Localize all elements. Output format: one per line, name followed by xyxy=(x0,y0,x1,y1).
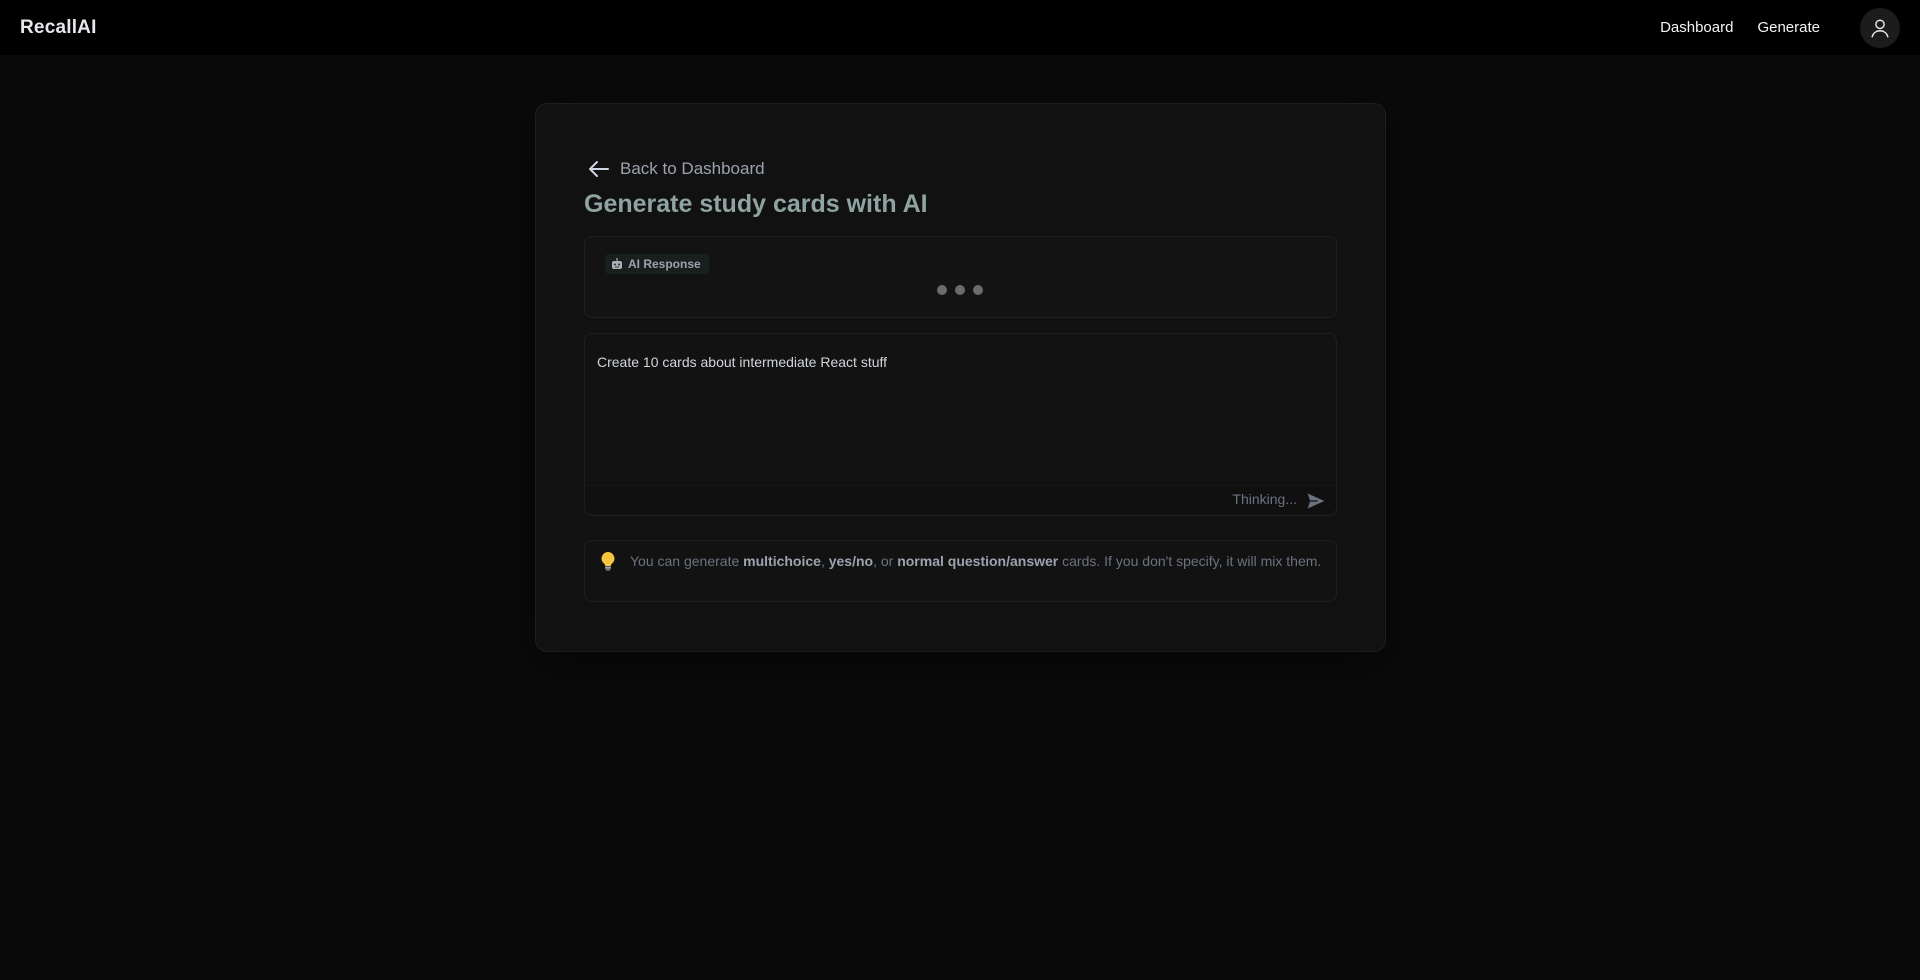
ai-response-panel: AI Response xyxy=(584,236,1337,318)
tip-suffix: cards. If you don't specify, it will mix… xyxy=(1058,553,1322,569)
top-navbar: RecallAI Dashboard Generate xyxy=(0,0,1920,55)
nav-links: Dashboard Generate xyxy=(1636,7,1900,48)
loading-dot xyxy=(955,285,965,295)
page-title: Generate study cards with AI xyxy=(584,190,928,218)
arrow-left-icon xyxy=(589,161,609,177)
tip-type-multichoice: multichoice xyxy=(743,553,821,569)
tip-type-yes-no: yes/no xyxy=(828,553,874,569)
brand-logo[interactable]: RecallAI xyxy=(20,17,97,39)
tip-panel: You can generate multichoice, yes/no, or… xyxy=(584,540,1337,602)
send-icon[interactable] xyxy=(1306,491,1326,511)
thinking-status: Thinking... xyxy=(1232,491,1297,507)
tip-separator: , xyxy=(820,553,829,569)
ai-response-badge: AI Response xyxy=(605,254,709,274)
loading-dot xyxy=(937,285,947,295)
loading-dot xyxy=(973,285,983,295)
tip-separator: , or xyxy=(873,553,898,569)
nav-link-dashboard[interactable]: Dashboard xyxy=(1660,19,1733,36)
loading-indicator xyxy=(937,285,991,295)
tip-text: You can generate multichoice, yes/no, or… xyxy=(630,552,1330,571)
robot-icon xyxy=(612,258,622,269)
prompt-footer: Thinking... xyxy=(585,485,1336,515)
tip-prefix: You can generate xyxy=(630,553,744,569)
prompt-panel: Create 10 cards about intermediate React… xyxy=(584,333,1337,516)
tip-type-question-answer: normal question/answer xyxy=(897,553,1059,569)
user-icon xyxy=(1871,18,1889,37)
ai-response-label: AI Response xyxy=(628,257,701,271)
nav-link-generate[interactable]: Generate xyxy=(1757,19,1820,36)
back-to-dashboard-link[interactable]: Back to Dashboard xyxy=(588,159,765,179)
generate-card: Back to Dashboard Generate study cards w… xyxy=(535,103,1386,652)
prompt-input[interactable]: Create 10 cards about intermediate React… xyxy=(597,354,1317,494)
back-link-label: Back to Dashboard xyxy=(620,159,765,178)
lightbulb-icon xyxy=(601,552,615,571)
user-avatar-button[interactable] xyxy=(1860,7,1900,48)
